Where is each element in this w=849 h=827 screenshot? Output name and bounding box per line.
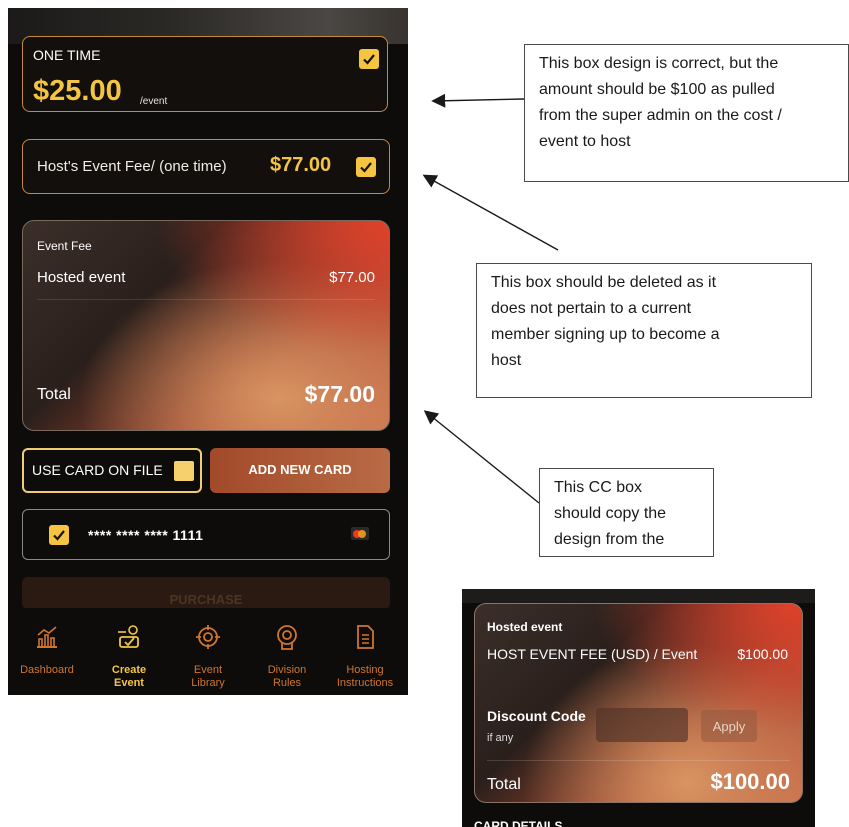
reference-divider xyxy=(487,760,790,761)
discount-code-input[interactable] xyxy=(596,708,688,742)
reference-total-value: $100.00 xyxy=(710,769,790,794)
reference-item-value: $100.00 xyxy=(737,646,788,662)
discount-code-label: Discount Code xyxy=(487,708,586,724)
card-details-heading: CARD DETAILS xyxy=(474,819,563,827)
arrow-to-host-fee xyxy=(422,174,559,251)
reference-top-strip xyxy=(462,589,815,603)
arrow-to-summary xyxy=(423,410,540,504)
reference-heading: Hosted event xyxy=(487,620,563,634)
reference-fee-card: Hosted event HOST EVENT FEE (USD) / Even… xyxy=(474,603,803,803)
arrow-to-plan-box xyxy=(431,93,525,108)
reference-total-label: Total xyxy=(487,776,521,793)
reference-item-label: HOST EVENT FEE (USD) / Event xyxy=(487,646,698,662)
apply-discount-button[interactable]: Apply xyxy=(701,710,757,742)
reference-screenshot: Hosted event HOST EVENT FEE (USD) / Even… xyxy=(462,589,815,827)
discount-code-sublabel: if any xyxy=(487,732,514,744)
apply-label: Apply xyxy=(712,719,746,734)
